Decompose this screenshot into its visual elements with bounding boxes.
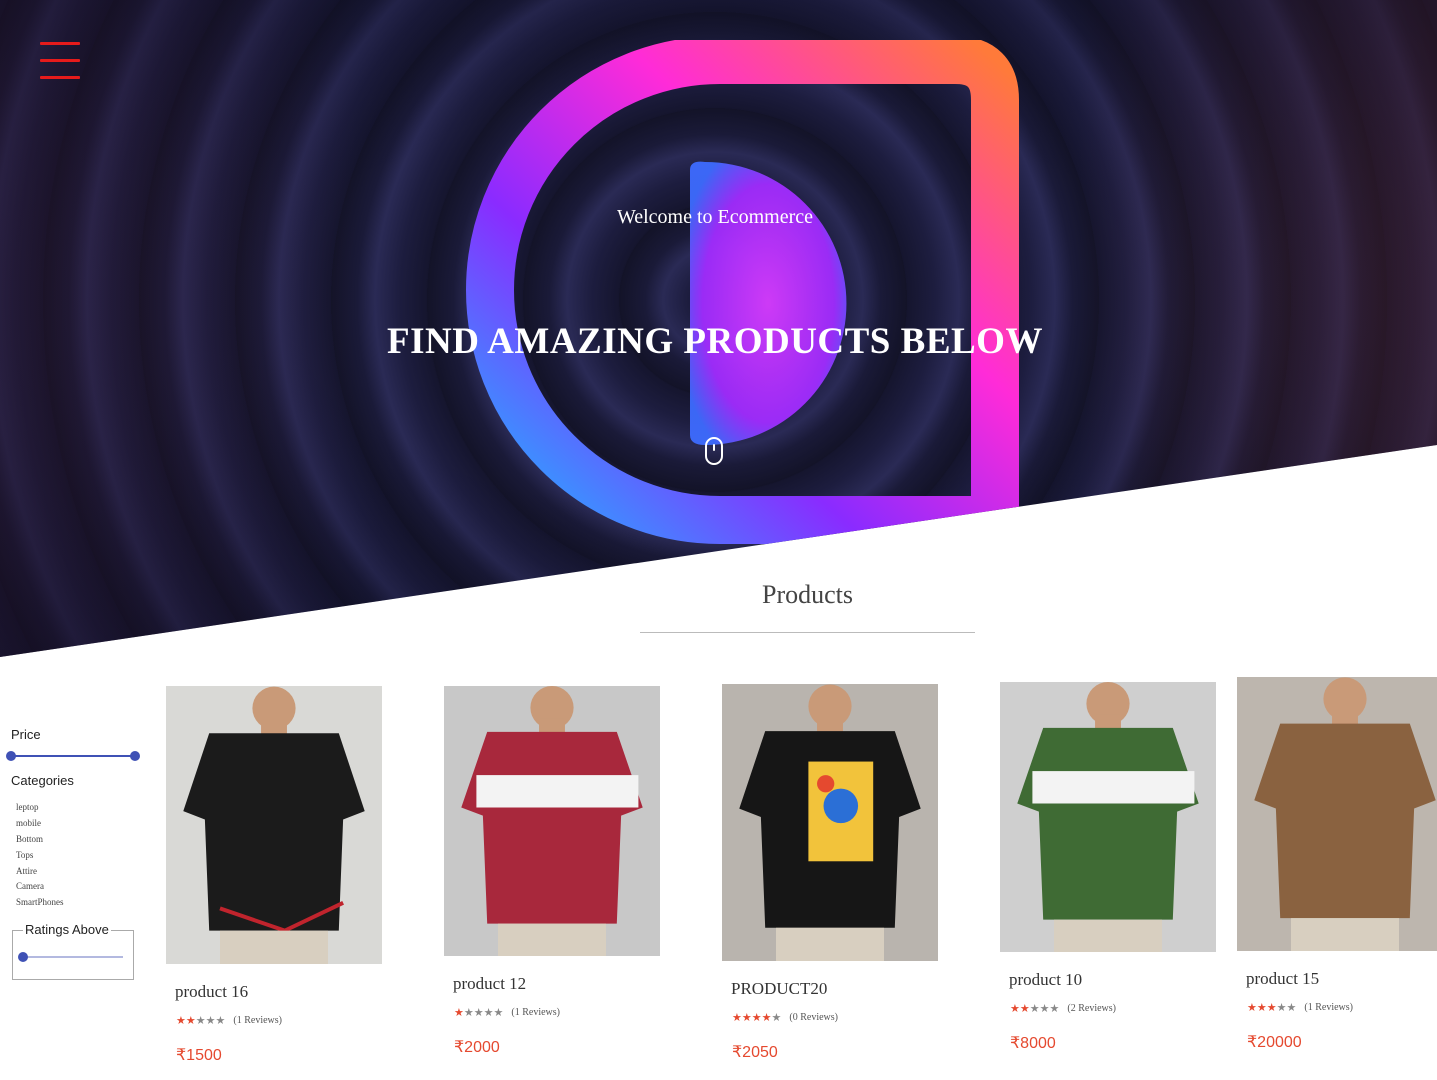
product-name: PRODUCT20 [731,979,828,998]
star-empty-icon: ★ [1029,1003,1040,1015]
brand-logo [466,40,1019,544]
price-slider[interactable] [6,751,140,761]
star-filled-icon: ★ [176,1015,186,1027]
category-item-bottom[interactable]: Bottom [16,832,64,848]
ratings-slider[interactable] [18,952,123,962]
product-rating: ★★★★★ (1 Reviews) [1247,1001,1437,1014]
ratings-slider-thumb[interactable] [18,952,28,962]
hamburger-icon-line [40,76,80,79]
product-price: ₹2000 [454,1039,500,1056]
product-price: ₹1500 [176,1047,222,1064]
product-rating: ★★★★★ (1 Reviews) [176,1014,388,1027]
star-filled-icon: ★ [1019,1003,1030,1015]
product-card[interactable]: product 15 ★★★★★ (1 Reviews) ₹20000 [1237,677,1437,1052]
product-rating: ★★★★★ (0 Reviews) [732,1011,944,1024]
product-image[interactable] [166,686,382,964]
ratings-filter: Ratings Above [12,922,134,980]
product-name: product 16 [175,982,249,1001]
review-count: (1 Reviews) [233,1015,282,1026]
star-empty-icon: ★ [463,1007,474,1019]
welcome-text: Welcome to Ecommerce [616,206,814,228]
review-count: (0 Reviews) [789,1012,838,1023]
hero-banner: Welcome to Ecommerce FIND AMAZING PRODUC… [0,0,1437,657]
product-image[interactable] [1237,677,1437,951]
hamburger-icon [40,42,80,45]
star-empty-icon: ★ [205,1015,216,1027]
product-card[interactable]: product 10 ★★★★★ (2 Reviews) ₹8000 [1000,682,1222,1053]
hero-headline: FIND AMAZING PRODUCTS BELOW [387,321,1043,362]
product-name: product 15 [1246,969,1320,988]
hamburger-icon-line [40,59,80,62]
product-name: product 10 [1009,970,1083,989]
product-rating: ★★★★★ (2 Reviews) [1010,1002,1222,1015]
star-rating-icon: ★★★★★ [1247,1001,1296,1014]
star-filled-icon: ★ [1256,1002,1267,1014]
star-empty-icon: ★ [493,1007,504,1019]
star-empty-icon: ★ [771,1012,782,1024]
star-empty-icon: ★ [1049,1003,1060,1015]
category-list: leptop mobile Bottom Tops Attire Camera … [16,800,64,911]
product-card[interactable]: PRODUCT20 ★★★★★ (0 Reviews) ₹2050 [722,684,944,1062]
categories-label: Categories [11,773,74,788]
product-card[interactable]: product 16 ★★★★★ (1 Reviews) ₹1500 [166,686,388,1065]
price-filter-label: Price [11,727,41,742]
review-count: (1 Reviews) [1304,1002,1353,1013]
star-empty-icon: ★ [473,1007,484,1019]
star-filled-icon: ★ [761,1012,772,1024]
star-rating-icon: ★★★★★ [732,1011,781,1024]
star-filled-icon: ★ [454,1007,464,1019]
star-empty-icon: ★ [1276,1002,1287,1014]
product-name: product 12 [453,974,527,993]
product-price: ₹2050 [732,1044,778,1061]
category-item-camera[interactable]: Camera [16,879,64,895]
category-item-attire[interactable]: Attire [16,864,64,880]
star-rating-icon: ★★★★★ [176,1014,225,1027]
star-rating-icon: ★★★★★ [1010,1002,1059,1015]
star-filled-icon: ★ [1010,1003,1020,1015]
ratings-label: Ratings Above [23,922,111,937]
star-empty-icon: ★ [1286,1002,1297,1014]
product-card[interactable]: product 12 ★★★★★ (1 Reviews) ₹2000 [444,686,666,1057]
star-empty-icon: ★ [483,1007,494,1019]
product-image[interactable] [444,686,660,956]
star-rating-icon: ★★★★★ [454,1006,503,1019]
category-item-leptop[interactable]: leptop [16,800,64,816]
product-price: ₹20000 [1247,1034,1302,1051]
star-empty-icon: ★ [215,1015,226,1027]
menu-toggle-button[interactable] [40,42,80,80]
product-image[interactable] [722,684,938,961]
review-count: (1 Reviews) [511,1007,560,1018]
products-heading: Products [640,580,975,633]
product-rating: ★★★★★ (1 Reviews) [454,1006,666,1019]
price-slider-min-thumb[interactable] [6,751,16,761]
product-price: ₹8000 [1010,1035,1056,1052]
star-filled-icon: ★ [1266,1002,1277,1014]
star-empty-icon: ★ [1039,1003,1050,1015]
star-empty-icon: ★ [195,1015,206,1027]
price-slider-max-thumb[interactable] [130,751,140,761]
star-filled-icon: ★ [185,1015,196,1027]
category-item-smartphones[interactable]: SmartPhones [16,895,64,911]
mouse-icon[interactable] [705,437,723,465]
star-filled-icon: ★ [732,1012,742,1024]
category-item-tops[interactable]: Tops [16,848,64,864]
category-item-mobile[interactable]: mobile [16,816,64,832]
star-filled-icon: ★ [1247,1002,1257,1014]
star-filled-icon: ★ [751,1012,762,1024]
star-filled-icon: ★ [741,1012,752,1024]
review-count: (2 Reviews) [1067,1003,1116,1014]
product-image[interactable] [1000,682,1216,952]
